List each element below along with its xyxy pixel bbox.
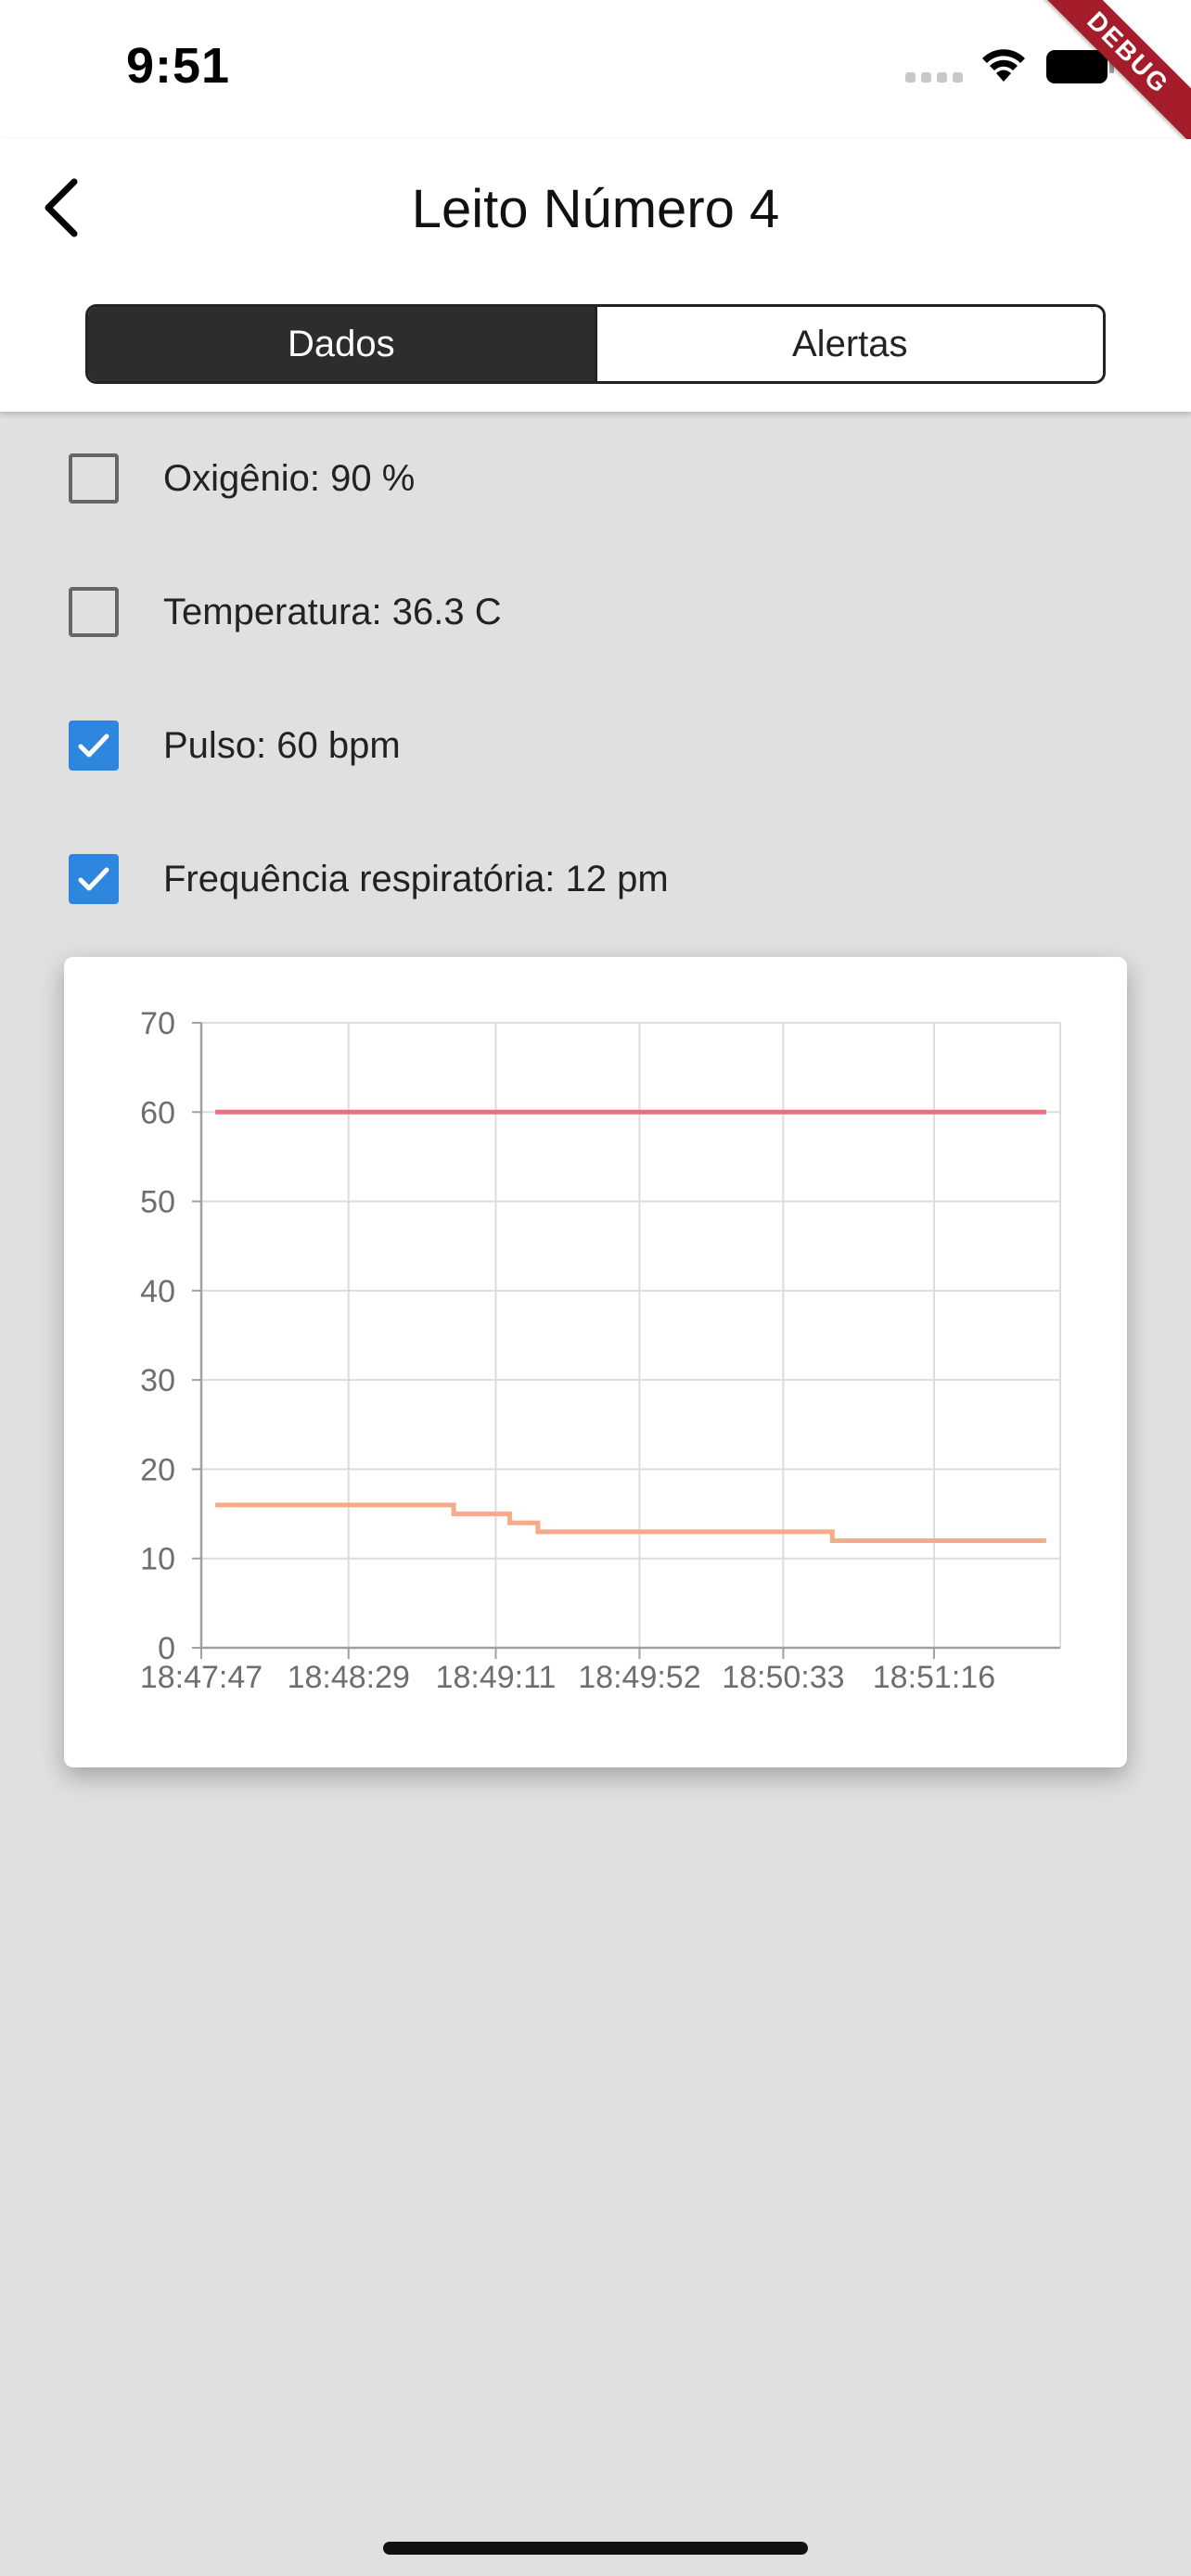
respiratory-rate-label: Frequência respiratória: 12 pm [163,858,669,899]
tab-dados[interactable]: Dados [88,307,595,381]
pulse-label: Pulso: 60 bpm [163,724,401,766]
x-tick-label: 18:51:16 [873,1660,995,1695]
y-tick-label: 60 [140,1095,175,1130]
metric-row-temperature[interactable]: Temperatura: 36.3 C [69,584,502,640]
temperature-label: Temperatura: 36.3 C [163,591,502,632]
y-tick-label: 20 [140,1452,175,1487]
x-tick-label: 18:49:52 [578,1660,700,1695]
check-icon [78,867,109,891]
line-chart: 01020304050607018:47:47 18:48:29 18:49:11 1… [140,1006,1061,1695]
oxygen-label: Oxigênio: 90 % [163,457,416,499]
status-time: 9:51 [126,38,231,94]
segmented-control: Dados Alertas [85,304,1106,384]
x-tick-label: 18:48:29 [288,1660,410,1695]
battery-icon [1046,50,1114,83]
pulse-checkbox[interactable] [69,721,119,771]
cellular-signal-icon [905,72,963,83]
home-indicator [383,2542,808,2555]
y-tick-label: 50 [140,1185,175,1220]
tab-alertas[interactable]: Alertas [594,307,1103,381]
wifi-icon [982,49,1025,82]
metric-row-respiratory-rate[interactable]: Frequência respiratória: 12 pm [69,851,669,907]
x-tick-label: 18:50:33 [722,1660,844,1695]
respiratory-rate-checkbox[interactable] [69,854,119,904]
oxygen-checkbox[interactable] [69,453,119,504]
temperature-checkbox[interactable] [69,587,119,637]
y-tick-label: 30 [140,1363,175,1398]
y-tick-label: 70 [140,1006,175,1041]
page-title: Leito Número 4 [411,179,780,239]
series-line-1 [215,1502,1046,1543]
metric-row-oxygen[interactable]: Oxigênio: 90 % [69,451,415,506]
y-tick-label: 40 [140,1274,175,1309]
status-bar: 9:51 [0,0,1191,139]
metric-row-pulse[interactable]: Pulso: 60 bpm [69,718,401,773]
y-tick-label: 10 [140,1542,175,1577]
app-bar: Leito Número 4 Dados Alertas [0,139,1191,412]
x-tick-label: 18:47:47 [140,1660,263,1695]
check-icon [78,733,109,758]
chart-card: 0 10 20 30 40 50 60 70 18:47:47 18:48:29 18:49:11 1… [64,957,1127,1767]
x-tick-label: 18:49:11 [436,1660,557,1695]
